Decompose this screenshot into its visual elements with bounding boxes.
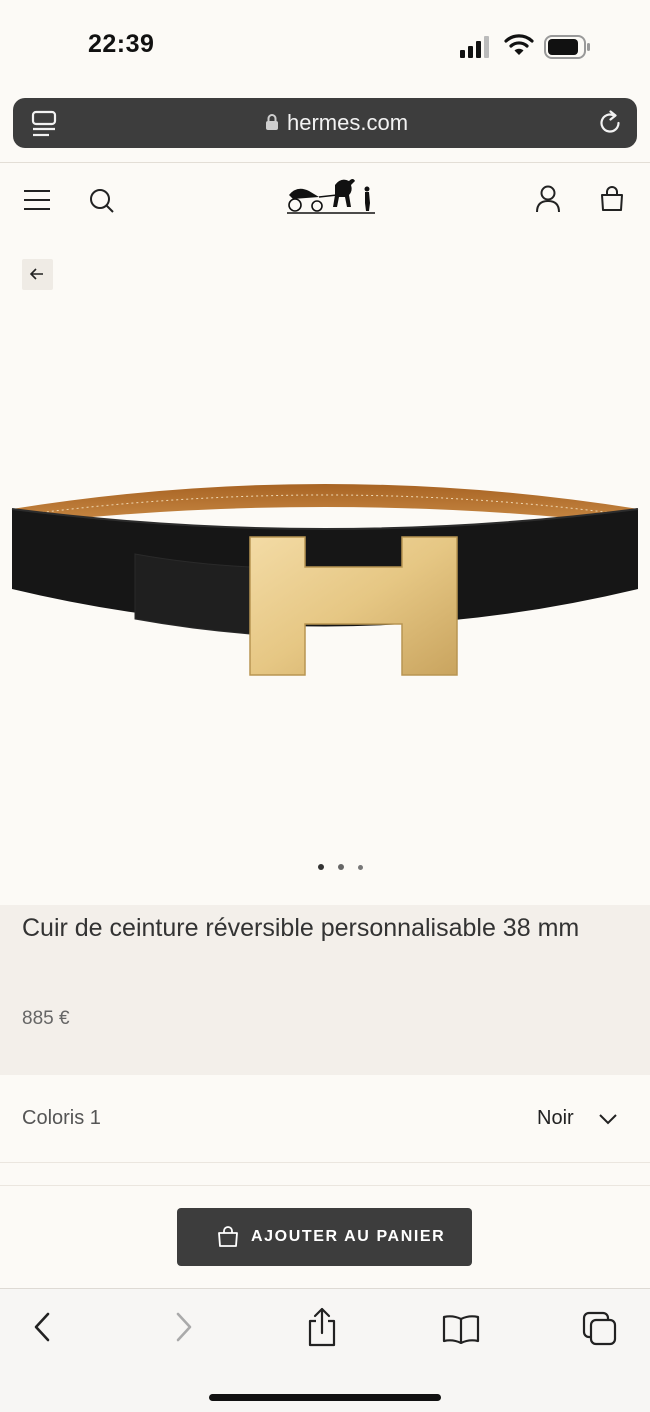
hermes-carriage-logo[interactable] <box>285 175 377 217</box>
status-bar: 22:39 <box>0 0 650 90</box>
lock-icon <box>266 114 278 130</box>
account-icon[interactable] <box>535 185 561 213</box>
cellular-signal-icon <box>460 36 489 58</box>
tabs-icon[interactable] <box>582 1311 618 1347</box>
color-value[interactable]: Noir <box>537 1107 574 1130</box>
carousel-dot[interactable] <box>338 864 344 870</box>
product-title: Cuir de ceinture réversible personnalisa… <box>22 914 580 942</box>
wifi-icon <box>504 34 534 55</box>
color-label: Coloris 1 <box>22 1107 101 1129</box>
product-image[interactable] <box>0 469 650 679</box>
site-header <box>0 163 650 237</box>
chevron-down-icon[interactable] <box>598 1113 618 1125</box>
carousel-dot-active[interactable] <box>318 864 324 870</box>
battery-icon <box>544 35 590 59</box>
shopping-bag-icon <box>218 1226 238 1247</box>
add-to-cart-button[interactable]: AJOUTER AU PANIER <box>177 1208 472 1266</box>
product-price: 885 € <box>22 1008 70 1029</box>
back-button[interactable] <box>22 259 53 290</box>
url-text[interactable]: hermes.com <box>287 110 408 136</box>
clock: 22:39 <box>88 30 155 58</box>
forward-icon[interactable] <box>174 1311 194 1343</box>
shopping-bag-icon[interactable] <box>599 186 625 212</box>
address-bar[interactable]: hermes.com <box>13 98 637 148</box>
arrow-left-icon <box>30 268 43 280</box>
add-to-cart-label: AJOUTER AU PANIER <box>251 1228 446 1245</box>
reader-mode-icon[interactable] <box>31 110 57 138</box>
share-icon[interactable] <box>306 1307 338 1347</box>
browser-toolbar <box>0 1288 650 1412</box>
reload-icon[interactable] <box>597 110 623 136</box>
color-selector[interactable]: Coloris 1 Noir <box>0 1075 650 1163</box>
carousel-dot[interactable] <box>358 865 363 870</box>
product-info: Cuir de ceinture réversible personnalisa… <box>0 905 650 1075</box>
product-gallery[interactable] <box>0 237 650 905</box>
back-icon[interactable] <box>32 1311 52 1343</box>
bookmarks-icon[interactable] <box>442 1314 480 1344</box>
search-icon[interactable] <box>89 188 115 214</box>
menu-icon[interactable] <box>24 189 50 211</box>
home-indicator <box>209 1394 441 1401</box>
divider <box>0 1185 650 1186</box>
